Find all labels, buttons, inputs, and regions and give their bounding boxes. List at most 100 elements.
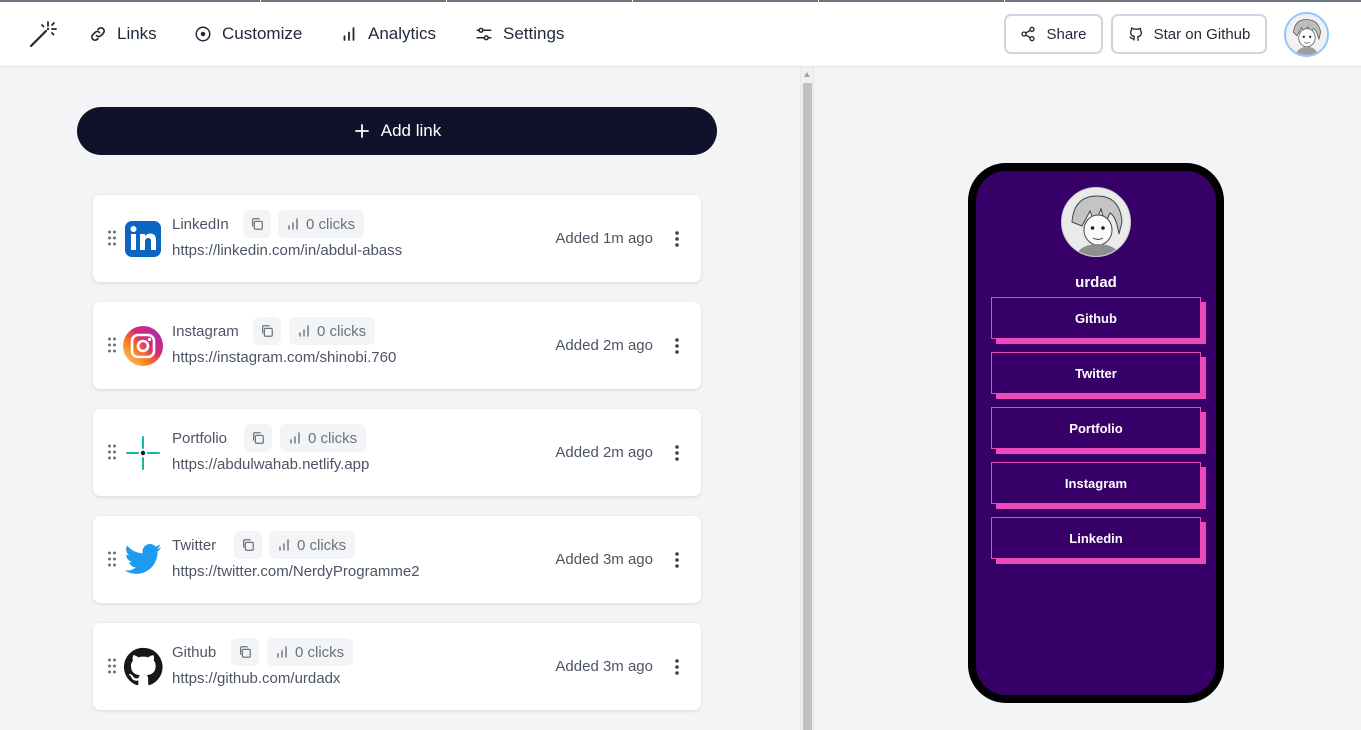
- drag-handle-icon[interactable]: [107, 658, 117, 674]
- link-card-portfolio[interactable]: Portfolio 0 clicks https://abdulwahab.ne…: [93, 409, 701, 496]
- link-url[interactable]: https://abdulwahab.netlify.app: [172, 456, 369, 473]
- linkedin-icon: [125, 221, 161, 257]
- more-options-icon[interactable]: [674, 551, 680, 569]
- link-card-github[interactable]: Github 0 clicks https://github.com/urdad…: [93, 623, 701, 710]
- links-panel: Add link LinkedIn 0 clicks https://linke…: [0, 67, 800, 730]
- preview-link-label: Github: [991, 297, 1201, 339]
- copy-button[interactable]: [234, 531, 262, 559]
- nav-links[interactable]: Links: [89, 20, 157, 48]
- more-options-icon[interactable]: [674, 444, 680, 462]
- user-avatar[interactable]: [1284, 12, 1329, 57]
- preview-link-github[interactable]: Github: [991, 297, 1206, 344]
- github-label: Star on Github: [1153, 25, 1251, 43]
- preview-link-portfolio[interactable]: Portfolio: [991, 407, 1206, 454]
- analytics-icon: [277, 646, 287, 658]
- copy-button[interactable]: [244, 424, 272, 452]
- preview-link-label: Twitter: [991, 352, 1201, 394]
- link-title: Portfolio: [172, 430, 228, 447]
- preview-link-label: Instagram: [991, 462, 1201, 504]
- link-card-instagram[interactable]: Instagram 0 clicks https://instagram.com…: [93, 302, 701, 389]
- more-options-icon[interactable]: [674, 337, 680, 355]
- share-button[interactable]: Share: [1004, 14, 1103, 54]
- link-title: LinkedIn: [172, 216, 229, 233]
- link-icon: [91, 27, 105, 41]
- link-url[interactable]: https://linkedin.com/in/abdul-abass: [172, 242, 402, 259]
- clicks-badge: 0 clicks: [289, 317, 376, 345]
- link-title: Instagram: [172, 323, 239, 340]
- clicks-count: 0 clicks: [308, 429, 358, 447]
- copy-button[interactable]: [243, 210, 271, 238]
- copy-icon: [252, 218, 263, 230]
- more-options-icon[interactable]: [674, 230, 680, 248]
- nav-analytics-label: Analytics: [368, 24, 437, 43]
- nav-settings-label: Settings: [503, 24, 565, 43]
- link-card-linkedin[interactable]: LinkedIn 0 clicks https://linkedin.com/i…: [93, 195, 701, 282]
- preview-link-twitter[interactable]: Twitter: [991, 352, 1206, 399]
- analytics-icon: [343, 27, 355, 41]
- clicks-badge: 0 clicks: [278, 210, 365, 238]
- copy-icon: [243, 539, 254, 551]
- link-title: Twitter: [172, 537, 217, 554]
- drag-handle-icon[interactable]: [107, 444, 117, 460]
- added-time: Added 3m ago: [555, 658, 653, 675]
- add-link-button[interactable]: Add link: [77, 107, 717, 155]
- drag-handle-icon[interactable]: [107, 551, 117, 567]
- nav-settings[interactable]: Settings: [475, 20, 564, 48]
- link-url[interactable]: https://twitter.com/NerdyProgramme2: [172, 563, 420, 580]
- star-github-button[interactable]: Star on Github: [1111, 14, 1267, 54]
- clicks-badge: 0 clicks: [267, 638, 354, 666]
- scroll-up-arrow[interactable]: [804, 72, 810, 77]
- loading-indicator: [447, 0, 632, 2]
- magic-wand-icon[interactable]: [28, 19, 58, 49]
- nav-customize-label: Customize: [222, 24, 303, 43]
- loading-indicator: [819, 0, 1004, 2]
- customize-icon: [195, 26, 211, 42]
- analytics-icon: [288, 218, 298, 230]
- clicks-count: 0 clicks: [297, 536, 347, 554]
- added-time: Added 3m ago: [555, 551, 653, 568]
- link-url[interactable]: https://instagram.com/shinobi.760: [172, 349, 396, 366]
- loading-indicator: [0, 0, 260, 2]
- share-icon: [1021, 26, 1036, 42]
- drag-handle-icon[interactable]: [107, 230, 117, 246]
- panel-divider: [813, 67, 814, 730]
- scrollbar[interactable]: [800, 67, 813, 730]
- settings-icon: [476, 27, 492, 41]
- preview-link-label: Linkedin: [991, 517, 1201, 559]
- added-time: Added 2m ago: [555, 444, 653, 461]
- share-label: Share: [1046, 25, 1087, 43]
- copy-icon: [240, 646, 251, 658]
- twitter-icon: [124, 544, 162, 574]
- profile-avatar: [1061, 187, 1131, 257]
- drag-handle-icon[interactable]: [107, 337, 117, 353]
- scrollbar-thumb[interactable]: [803, 83, 812, 730]
- preview-link-instagram[interactable]: Instagram: [991, 462, 1206, 509]
- plus-icon: [354, 124, 369, 138]
- loading-indicator: [261, 0, 446, 2]
- github-icon: [1128, 27, 1142, 41]
- preview-link-linkedin[interactable]: Linkedin: [991, 517, 1206, 564]
- clicks-badge: 0 clicks: [280, 424, 367, 452]
- added-time: Added 2m ago: [555, 337, 653, 354]
- clicks-badge: 0 clicks: [269, 531, 356, 559]
- copy-button[interactable]: [231, 638, 259, 666]
- portfolio-icon: [126, 436, 160, 470]
- nav-customize[interactable]: Customize: [194, 20, 302, 48]
- link-url[interactable]: https://github.com/urdadx: [172, 670, 340, 687]
- clicks-count: 0 clicks: [295, 643, 345, 661]
- analytics-icon: [290, 432, 300, 444]
- top-bar: Links Customize Analytics Settings Share…: [0, 0, 1361, 67]
- avatar-image: [1062, 188, 1130, 256]
- phone-preview: urdad Github Twitter Portfolio Instagram…: [968, 163, 1224, 703]
- copy-icon: [253, 432, 264, 444]
- copy-button[interactable]: [253, 317, 281, 345]
- nav-analytics[interactable]: Analytics: [340, 20, 436, 48]
- more-options-icon[interactable]: [674, 658, 680, 676]
- analytics-icon: [279, 539, 289, 551]
- preview-link-label: Portfolio: [991, 407, 1201, 449]
- instagram-icon: [123, 326, 163, 366]
- analytics-icon: [299, 325, 309, 337]
- copy-icon: [262, 325, 273, 337]
- link-card-twitter[interactable]: Twitter 0 clicks https://twitter.com/Ner…: [93, 516, 701, 603]
- loading-indicator: [1005, 0, 1361, 2]
